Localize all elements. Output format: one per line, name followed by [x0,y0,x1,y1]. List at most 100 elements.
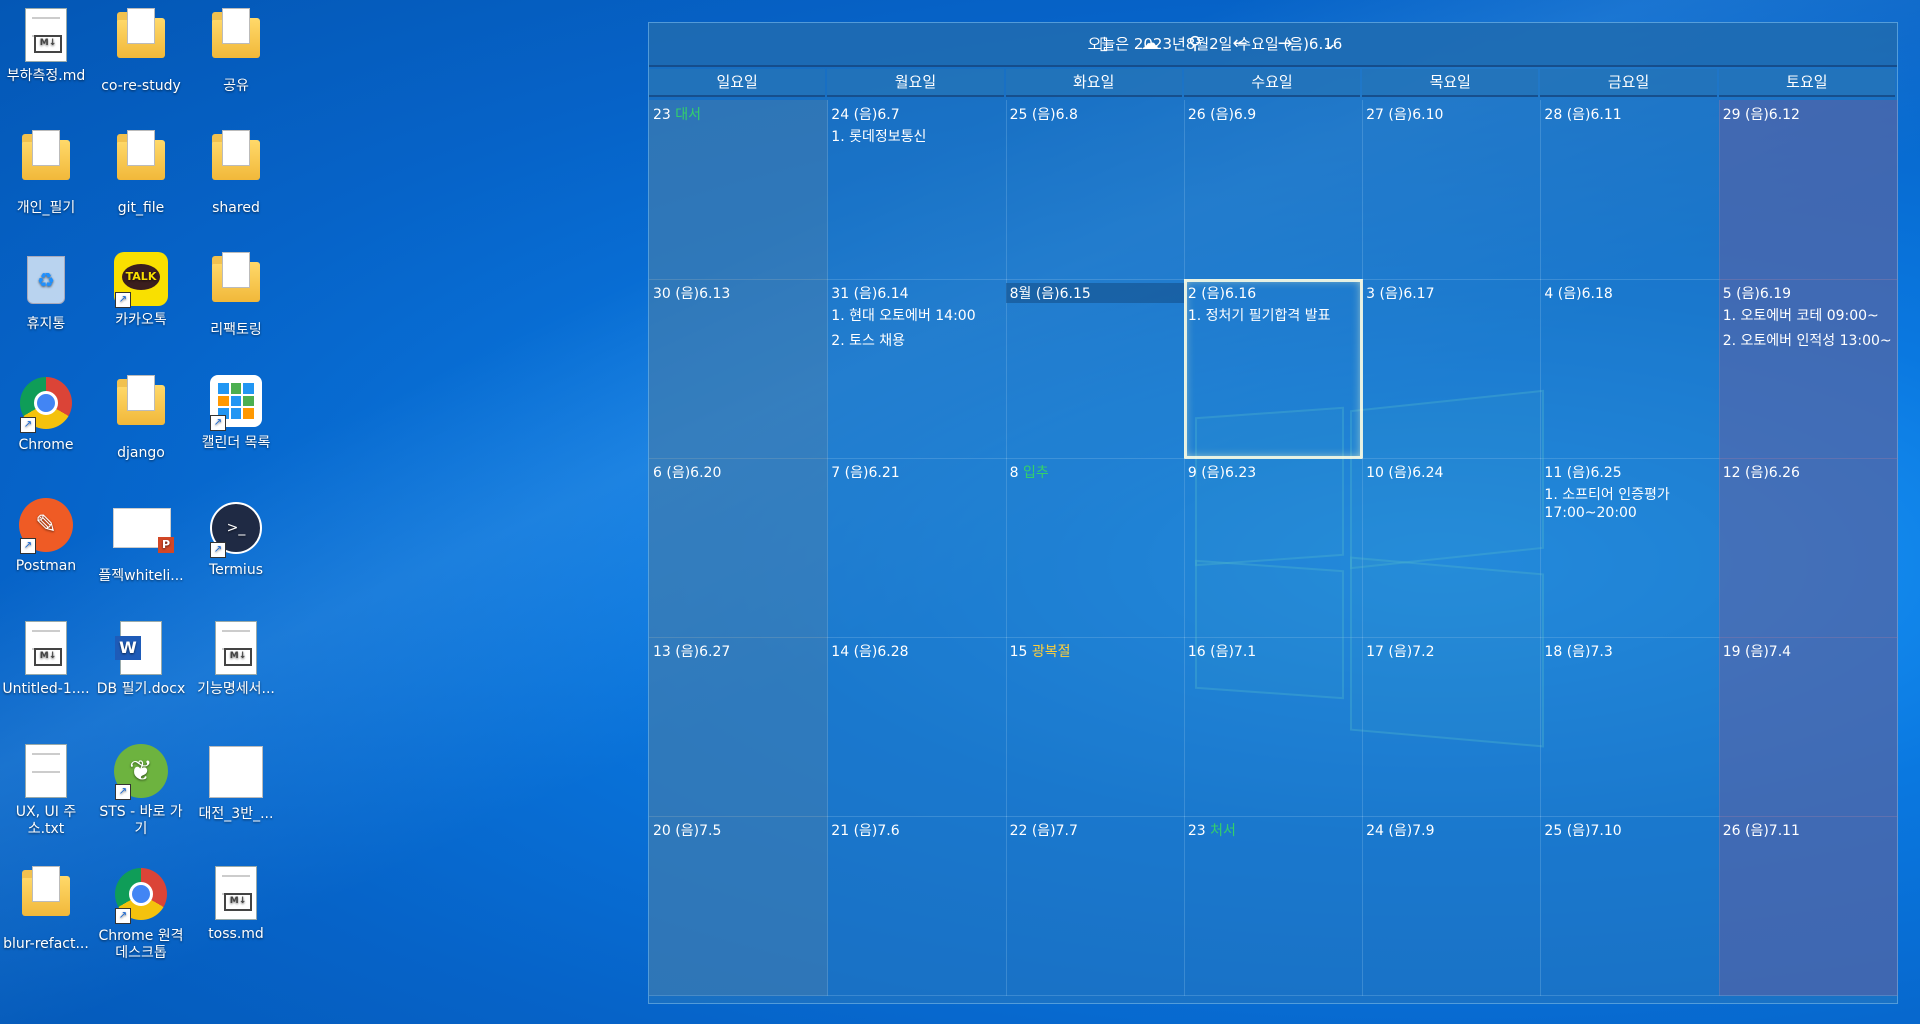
user-icon[interactable]: ⚲ [1182,31,1208,57]
calendar-day-cell[interactable]: 26 (음)7.11 [1718,816,1898,996]
prev-arrow-icon[interactable]: ← [1227,31,1253,57]
calendar-day-cell[interactable]: 14 (음)6.28 [827,637,1007,817]
desktop-icon[interactable]: ♻ 휴지통 [0,252,92,333]
desktop-icon[interactable]: shared [190,130,282,217]
desktop-icon[interactable]: ✎ ↗ Postman [0,498,92,575]
calendar-day-cell[interactable]: 12 (음)6.26 [1718,458,1898,638]
calendar-event[interactable]: 1. 현대 오토에버 14:00 [831,305,975,325]
desktop-icon[interactable]: ↗ Chrome 원격 데스크톱 [95,866,187,962]
calendar-day-cell[interactable]: 11 (음)6.25 1. 소프티어 인증평가 17:00~20:00 [1540,458,1720,638]
calendar-day-cell[interactable]: 22 (음)7.7 [1005,816,1185,996]
postman-icon: ✎ ↗ [18,498,74,554]
day-label: 11 (음)6.25 [1544,462,1621,482]
calendar-day-cell[interactable]: 8월 (음)6.15 [1005,279,1185,459]
desktop-icon[interactable]: ↗ 캘린더 목록 [190,375,282,452]
chevron-down-icon[interactable]: ⌄ [1317,31,1343,57]
desktop-icon[interactable]: ❦ ↗ STS - 바로 가기 [95,744,187,838]
desktop-icon-label: 카카오톡 [115,312,167,328]
cloud-sync-icon[interactable]: ☁ [1137,31,1163,57]
day-label: 8 입추 [1010,462,1049,482]
calendar-day-cell[interactable]: 29 (음)6.12 [1718,100,1898,280]
desktop-icon-label: Chrome [18,437,74,453]
desktop-icon-label: 기능명세서... [197,681,275,697]
desktop-icon[interactable]: 공유 [190,8,282,95]
calendar-event[interactable]: 1. 롯데정보통신 [831,126,926,146]
calendar-day-cell[interactable]: 27 (음)6.10 [1362,100,1542,280]
desktop-icon[interactable]: django [95,375,187,462]
calendar-day-cell[interactable]: 18 (음)7.3 [1540,637,1720,817]
day-label: 29 (음)6.12 [1723,104,1800,124]
desktop-icon[interactable]: 개인_필기 [0,130,92,217]
calendar-day-cell[interactable]: 30 (음)6.13 [649,279,829,459]
calendar-day-cell[interactable]: 6 (음)6.20 [649,458,829,638]
calendar-day-cell[interactable]: 5 (음)6.19 1. 오토에버 코테 09:00~ 2. 오토에버 인적성 13… [1718,279,1898,459]
calendar-day-cell[interactable]: 4 (음)6.18 [1540,279,1720,459]
calendar-day-cell[interactable]: 9 (음)6.23 [1183,458,1364,638]
desktop-icon[interactable]: M↓ 기능명세서... [190,621,282,698]
lunar-date: (음)6.23 [1201,465,1257,481]
calendar-day-cell[interactable]: 19 (음)7.4 [1718,637,1898,817]
folder-icon [18,130,74,196]
desktop-icon[interactable]: TALK ↗ 카카오톡 [95,252,187,329]
desktop-icon[interactable]: M↓ toss.md [190,866,282,943]
lunar-date: (음)7.3 [1566,644,1613,660]
weekday-header: 화요일 [1005,69,1182,97]
calendar-event[interactable]: 2. 토스 채용 [831,330,905,350]
day-label: 4 (음)6.18 [1544,283,1612,303]
folder-icon [208,130,264,196]
calendar-event[interactable]: 1. 소프티어 인증평가 [1544,484,1669,504]
desktop-icon[interactable]: W DB 필기.docx [95,621,187,698]
calendar-day-cell[interactable]: 3 (음)6.17 [1362,279,1542,459]
calendar-day-cell[interactable]: 23 처서 [1183,816,1364,996]
calendar-day-cell[interactable]: 24 (음)6.7 1. 롯데정보통신 [827,100,1007,280]
lunar-date: (음)6.26 [1744,465,1800,481]
calendar-day-cell[interactable]: 31 (음)6.14 1. 현대 오토에버 14:00 2. 토스 채용 [827,279,1007,459]
calendar-grid: 23 대서 24 (음)6.7 1. 롯데정보통신 25 (음)6.8 26 (음)6.… [649,100,1898,1000]
calendar-title: 오늘은 2023년8월2일 수요일 (음)6.16 [1087,35,1343,53]
calendar-day-cell[interactable]: 24 (음)7.9 [1362,816,1542,996]
calendar-day-cell[interactable]: 16 (음)7.1 [1183,637,1364,817]
day-number: 24 [831,107,850,123]
calendar-day-cell[interactable]: 20 (음)7.5 [649,816,829,996]
shortcut-arrow-icon: ↗ [20,538,36,554]
desktop-icon[interactable]: blur-refact... [0,866,92,953]
desktop-icon[interactable]: P 플젝whiteli... [95,498,187,585]
calendar-day-cell[interactable]: 13 (음)6.27 [649,637,829,817]
shortcut-arrow-icon: ↗ [20,417,36,433]
calendar-event[interactable]: 17:00~20:00 [1544,505,1636,521]
calendar-event[interactable]: 2. 오토에버 인적성 13:00~ [1723,330,1892,350]
desktop-icon[interactable]: git_file [95,130,187,217]
calendar-day-cell[interactable]: 17 (음)7.2 [1362,637,1542,817]
next-arrow-icon[interactable]: → [1272,31,1298,57]
calendar-day-cell-today[interactable]: 2 (음)6.16 1. 정처기 필기합격 발표 [1183,279,1364,459]
desktop-icon[interactable]: M↓ Untitled-1.... [0,621,92,698]
desktop-icon-label: 플젝whiteli... [98,568,184,584]
desktop-icon[interactable]: M↓ 부하측정.md [0,8,92,85]
calendar-day-cell[interactable]: 26 (음)6.9 [1183,100,1364,280]
phone-icon[interactable]: ▯ [1091,31,1117,57]
folder-icon [208,8,264,74]
weekday-header: 토요일 [1718,69,1895,97]
calendar-day-cell[interactable]: 7 (음)6.21 [827,458,1007,638]
calendar-day-cell[interactable]: 25 (음)6.8 [1005,100,1185,280]
calendar-day-cell[interactable]: 8 입추 [1005,458,1185,638]
desktop-icon[interactable]: >_ ↗ Termius [190,498,282,579]
docx-icon: W [113,621,169,677]
calendar-day-cell[interactable]: 10 (음)6.24 [1362,458,1542,638]
calendar-event[interactable]: 1. 오토에버 코테 09:00~ [1723,305,1879,325]
calendar-event[interactable]: 1. 정처기 필기합격 발표 [1188,305,1331,325]
calendar-day-cell[interactable]: 21 (음)7.6 [827,816,1007,996]
calendar-day-cell[interactable]: 28 (음)6.11 [1540,100,1720,280]
day-label: 24 (음)7.9 [1366,820,1434,840]
desktop-icon[interactable]: 리팩토링 [190,252,282,339]
desktop-icon[interactable]: 대전_3반_... [190,744,282,823]
lunar-date: (음)7.1 [1210,644,1257,660]
calendar-day-cell[interactable]: 23 대서 [649,100,829,280]
desktop-icon-label: DB 필기.docx [96,681,186,697]
lunar-date: (음)7.5 [675,823,722,839]
desktop-icon[interactable]: UX, UI 주소.txt [0,744,92,838]
calendar-day-cell[interactable]: 15 광복절 [1005,637,1185,817]
desktop-icon[interactable]: ↗ Chrome [0,375,92,454]
calendar-day-cell[interactable]: 25 (음)7.10 [1540,816,1720,996]
desktop-icon[interactable]: co-re-study [95,8,187,95]
